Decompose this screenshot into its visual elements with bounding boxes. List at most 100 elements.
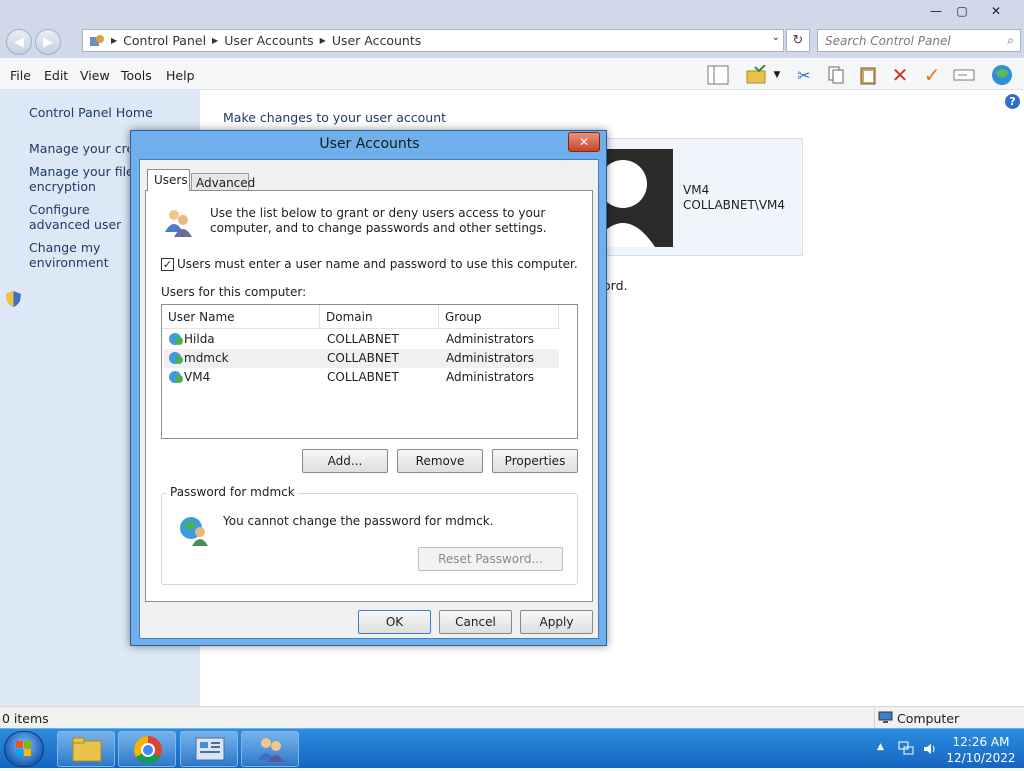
cell-user-name: Hilda: [184, 332, 215, 346]
breadcrumb-chevron-icon: ▶: [319, 36, 326, 45]
intro-text: Use the list below to grant or deny user…: [210, 206, 547, 235]
user-card-account: COLLABNET\VM4: [683, 198, 786, 212]
address-toolbar: ◀ ▶ ▶ Control Panel ▶ User Accounts ▶ Us…: [0, 26, 1024, 58]
cell-group: Administrators: [446, 370, 535, 384]
breadcrumb-chevron-icon: ▶: [212, 36, 219, 45]
cell-domain: COLLABNET: [327, 370, 399, 384]
help-icon[interactable]: ?: [1005, 94, 1020, 109]
cell-user-name: mdmck: [184, 351, 229, 365]
column-header-group[interactable]: Group: [439, 305, 559, 329]
user-card-name: VM4: [683, 183, 710, 197]
manage-credentials-link[interactable]: Manage your credentials: [29, 141, 129, 156]
menu-help[interactable]: Help: [166, 68, 195, 83]
cut-icon[interactable]: ✂: [792, 64, 816, 86]
control-panel-icon: [195, 737, 225, 761]
apply-button[interactable]: Apply: [520, 610, 593, 634]
zone-indicator: Computer: [874, 707, 1024, 729]
breadcrumb-user-accounts[interactable]: User Accounts: [224, 33, 313, 48]
start-button[interactable]: [4, 731, 44, 767]
user-card-text: VM4 COLLABNET\VM4: [683, 183, 785, 213]
copy-icon[interactable]: [824, 64, 848, 86]
dialog-body: Users Advanced Use the list below to gra…: [139, 159, 599, 639]
network-icon[interactable]: [898, 740, 914, 756]
table-row-selected[interactable]: mdmck COLLABNET Administrators: [164, 349, 559, 368]
search-placeholder: Search Control Panel: [825, 33, 951, 48]
delete-icon[interactable]: ✕: [888, 63, 912, 87]
user-globe-icon: [169, 371, 183, 383]
back-button[interactable]: ◀: [6, 29, 32, 55]
add-user-button[interactable]: Add...: [302, 449, 388, 473]
rename-icon[interactable]: [952, 64, 976, 86]
folder-icon: [72, 737, 102, 762]
clock[interactable]: 12:26 AM 12/10/2022: [945, 734, 1017, 766]
close-button[interactable]: ✕: [982, 1, 1010, 20]
user-globe-icon: [180, 517, 208, 546]
change-environment-variables-link[interactable]: Change my environment variables: [29, 240, 129, 270]
control-panel-home-link[interactable]: Control Panel Home: [29, 105, 199, 120]
cell-group: Administrators: [446, 351, 535, 365]
maximize-button[interactable]: ▢: [948, 1, 976, 20]
user-globe-icon: [169, 333, 183, 345]
dropdown-arrow-icon[interactable]: ▼: [770, 64, 784, 86]
taskbar-control-panel[interactable]: [180, 731, 238, 767]
layout-pane-icon[interactable]: [706, 64, 730, 86]
menu-tools[interactable]: Tools: [121, 68, 152, 83]
users-list-label: Users for this computer:: [161, 285, 307, 299]
refresh-button[interactable]: ↻: [786, 29, 810, 52]
require-password-checkbox[interactable]: ✓: [161, 258, 174, 271]
computer-icon: [878, 711, 893, 723]
search-icon[interactable]: ⌕: [1007, 33, 1014, 48]
user-accounts-dialog: User Accounts ✕ Users Advanced Use the l…: [130, 130, 607, 646]
table-row[interactable]: Hilda COLLABNET Administrators: [164, 330, 559, 349]
breadcrumb-control-panel[interactable]: Control Panel: [123, 33, 206, 48]
properties-check-icon[interactable]: ✓: [920, 63, 944, 87]
require-password-label[interactable]: Users must enter a user name and passwor…: [177, 257, 578, 271]
folder-options-icon[interactable]: [744, 64, 768, 86]
menu-bar: File Edit View Tools Help ▼ ✂ ✕ ✓: [0, 60, 1024, 90]
tab-advanced[interactable]: Advanced: [191, 173, 255, 191]
search-input[interactable]: Search Control Panel ⌕: [817, 29, 1021, 52]
page-heading: Make changes to your user account: [223, 110, 447, 125]
address-bar[interactable]: ▶ Control Panel ▶ User Accounts ▶ User A…: [82, 29, 784, 52]
dialog-close-button[interactable]: ✕: [568, 132, 600, 152]
menu-edit[interactable]: Edit: [44, 68, 68, 83]
uac-shield-icon: [6, 291, 21, 307]
show-hidden-icons-icon[interactable]: ▲: [877, 742, 884, 752]
menu-view[interactable]: View: [80, 68, 110, 83]
minimize-button[interactable]: —: [922, 1, 950, 20]
address-dropdown-icon[interactable]: ⌄: [772, 32, 780, 43]
properties-button[interactable]: Properties: [492, 449, 578, 473]
breadcrumb-user-accounts-current[interactable]: User Accounts: [332, 33, 421, 48]
remove-user-button[interactable]: Remove: [397, 449, 483, 473]
cell-user-name: VM4: [184, 370, 211, 384]
forward-button[interactable]: ▶: [35, 29, 61, 55]
users-list[interactable]: User Name Domain Group Hilda COLLABNET A…: [161, 304, 578, 439]
taskbar-explorer[interactable]: [57, 731, 115, 767]
taskbar-user-accounts[interactable]: [241, 731, 299, 767]
users-icon: [165, 210, 192, 237]
cell-domain: COLLABNET: [327, 332, 399, 346]
table-row[interactable]: VM4 COLLABNET Administrators: [164, 368, 559, 387]
volume-icon[interactable]: [922, 741, 938, 757]
globe-icon[interactable]: [990, 64, 1014, 86]
back-arrow-icon: ◀: [14, 34, 24, 50]
users-icon: [258, 738, 284, 762]
column-header-domain[interactable]: Domain: [320, 305, 439, 329]
windows-logo-icon: [16, 741, 31, 756]
clock-time: 12:26 AM: [952, 735, 1010, 749]
paste-icon[interactable]: [856, 64, 880, 86]
ok-button[interactable]: OK: [358, 610, 431, 634]
cancel-button[interactable]: Cancel: [439, 610, 512, 634]
reset-password-button[interactable]: Reset Password...: [418, 547, 563, 571]
taskbar-chrome[interactable]: [118, 731, 176, 767]
refresh-icon: ↻: [792, 33, 804, 48]
tab-users[interactable]: Users: [147, 169, 190, 191]
column-header-user-name[interactable]: User Name: [162, 305, 320, 329]
status-bar: 0 items Computer: [0, 706, 1024, 729]
taskbar: ▲ 12:26 AM 12/10/2022: [0, 728, 1024, 768]
forward-arrow-icon: ▶: [43, 34, 53, 50]
configure-profile-properties-link[interactable]: Configure advanced user profile properti…: [29, 202, 129, 232]
menu-file[interactable]: File: [10, 68, 31, 83]
user-account-card: VM4 COLLABNET\VM4: [600, 138, 803, 256]
chrome-icon: [134, 736, 162, 764]
